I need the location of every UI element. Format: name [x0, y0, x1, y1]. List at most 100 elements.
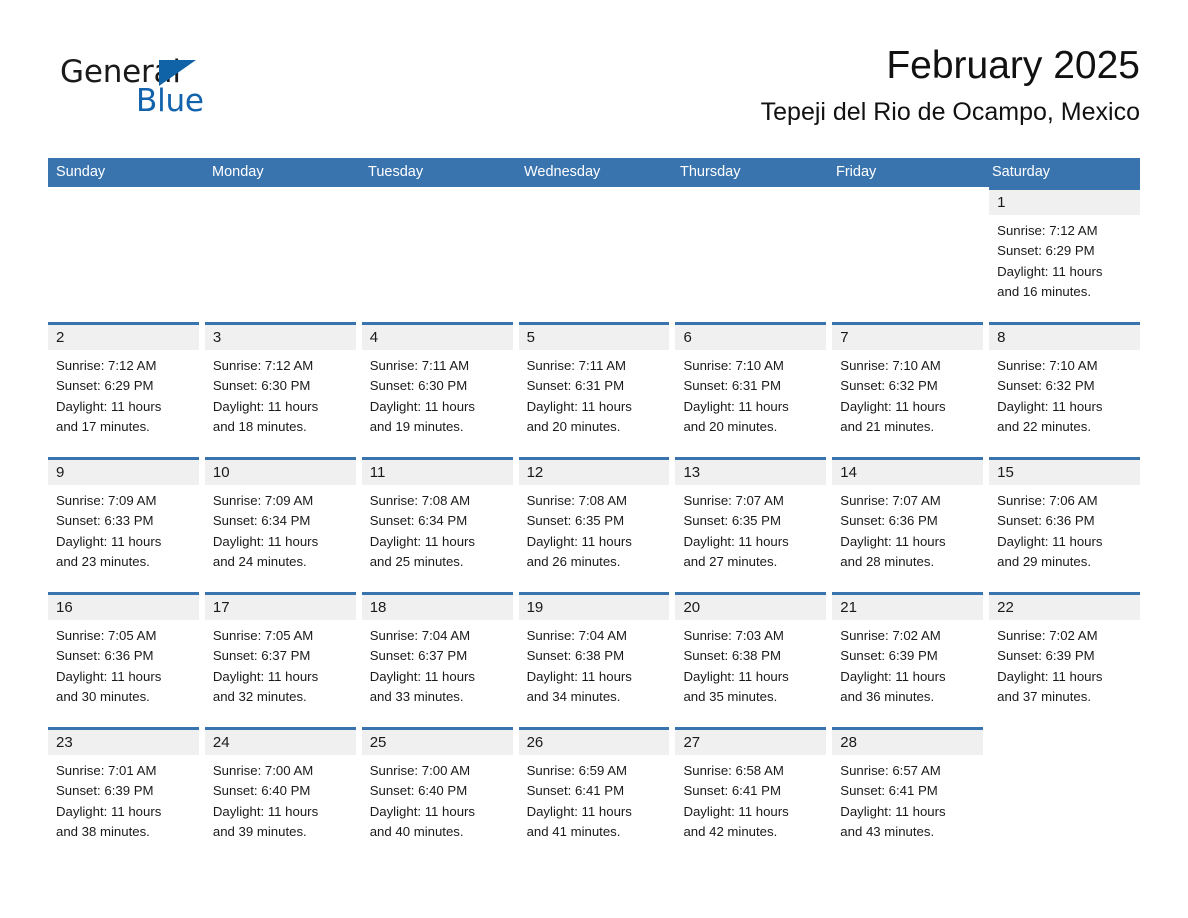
day-number-band: 16 [48, 595, 199, 620]
sunrise-text: Sunrise: 7:12 AM [212, 358, 314, 373]
day-number: 24 [212, 734, 230, 751]
day-number: 23 [56, 734, 73, 751]
day-cell[interactable]: 24 Sunrise: 7:00 AM Sunset: 6:40 PM Dayligh… [204, 727, 356, 840]
daylight-text-line2: and 24 minutes. [212, 553, 307, 569]
sunrise-text: Sunrise: 7:08 AM [369, 493, 471, 508]
day-number: 11 [369, 464, 386, 481]
sunrise-text: Sunrise: 7:09 AM [56, 493, 157, 508]
day-cell[interactable]: 16 Sunrise: 7:05 AM Sunset: 6:36 PM Dayligh… [48, 592, 199, 727]
day-details: Sunrise: 7:03 AM Sunset: 6:38 PM Daylight:… [675, 620, 826, 707]
day-cell[interactable]: 23 Sunrise: 7:01 AM Sunset: 6:39 PM Dayligh… [48, 727, 199, 840]
day-cell[interactable]: 13 Sunrise: 7:07 AM Sunset: 6:35 PM Dayligh… [675, 457, 827, 592]
daylight-text-line2: and 40 minutes. [369, 823, 464, 839]
day-details: Sunrise: 7:12 AM Sunset: 6:30 PM Daylight:… [205, 350, 356, 437]
sunset-text: Sunset: 6:37 PM [369, 648, 468, 664]
daylight-text-line2: and 38 minutes. [56, 823, 150, 839]
calendar-week-row: 16 Sunrise: 7:05 AM Sunset: 6:36 PM Dayligh… [48, 592, 1141, 727]
day-number-band: 11 [361, 460, 513, 485]
day-details: Sunrise: 7:09 AM Sunset: 6:33 PM Daylight:… [48, 485, 199, 572]
daylight-text-line1: Daylight: 11 hours [997, 398, 1103, 414]
day-number-band: 3 [204, 325, 356, 350]
daylight-text-line1: Daylight: 11 hours [369, 533, 476, 549]
day-details: Sunrise: 7:07 AM Sunset: 6:36 PM Daylight:… [832, 485, 983, 572]
day-details: Sunrise: 7:11 AM Sunset: 6:30 PM Daylight:… [362, 350, 513, 437]
daylight-text-line2: and 37 minutes. [997, 688, 1091, 704]
day-cell[interactable]: 28 Sunrise: 6:57 AM Sunset: 6:41 PM Dayligh… [832, 727, 984, 842]
daylight-text-line1: Daylight: 11 hours [212, 398, 319, 414]
day-details: Sunrise: 6:57 AM Sunset: 6:41 PM Daylight:… [832, 755, 983, 842]
sunrise-text: Sunrise: 7:10 AM [997, 358, 1098, 373]
sunrise-text: Sunrise: 6:57 AM [840, 763, 941, 778]
sunrise-text: Sunrise: 7:09 AM [212, 493, 314, 508]
day-cell[interactable]: 7 Sunrise: 7:10 AM Sunset: 6:32 PM Daylight… [832, 322, 984, 457]
daylight-text-line2: and 20 minutes. [526, 418, 621, 434]
day-cell[interactable]: 18 Sunrise: 7:04 AM Sunset: 6:37 PM Dayligh… [361, 592, 513, 727]
sunset-text: Sunset: 6:36 PM [997, 513, 1095, 529]
day-number: 14 [840, 464, 857, 481]
day-number: 5 [526, 329, 535, 346]
day-number: 10 [212, 464, 230, 481]
sunset-text: Sunset: 6:34 PM [212, 513, 311, 529]
weekday-header-row: Sunday Monday Tuesday Wednesday Thursday… [48, 158, 1140, 187]
day-cell[interactable]: 6 Sunrise: 7:10 AM Sunset: 6:31 PM Daylight… [675, 322, 827, 457]
daylight-text-line1: Daylight: 11 hours [369, 803, 476, 819]
day-number-band: 24 [204, 730, 356, 755]
day-details: Sunrise: 7:10 AM Sunset: 6:32 PM Daylight:… [989, 350, 1140, 437]
general-blue-logo[interactable]: General Blue [60, 54, 320, 134]
day-details: Sunrise: 7:00 AM Sunset: 6:40 PM Daylight:… [362, 755, 513, 842]
day-cell[interactable]: 8 Sunrise: 7:10 AM Sunset: 6:32 PM Daylight… [989, 322, 1141, 457]
day-cell[interactable]: 2 Sunrise: 7:12 AM Sunset: 6:29 PM Daylight… [48, 322, 199, 457]
day-cell[interactable]: 19 Sunrise: 7:04 AM Sunset: 6:38 PM Dayligh… [518, 592, 670, 727]
sunset-text: Sunset: 6:34 PM [369, 513, 468, 529]
day-cell[interactable]: 14 Sunrise: 7:07 AM Sunset: 6:36 PM Dayligh… [832, 457, 984, 592]
daylight-text-line1: Daylight: 11 hours [840, 398, 946, 414]
day-cell-empty [518, 187, 670, 322]
daylight-text-line1: Daylight: 11 hours [56, 668, 162, 684]
day-cell-empty [361, 187, 513, 322]
day-cell[interactable]: 1 Sunrise: 7:12 AM Sunset: 6:29 PM Daylight… [989, 187, 1141, 322]
day-details: Sunrise: 7:08 AM Sunset: 6:35 PM Daylight:… [519, 485, 670, 572]
location-subtitle: Tepeji del Rio de Ocampo, Mexico [760, 98, 1140, 126]
sunset-text: Sunset: 6:41 PM [683, 783, 781, 799]
sunrise-text: Sunrise: 7:00 AM [369, 763, 471, 778]
day-cell[interactable]: 20 Sunrise: 7:03 AM Sunset: 6:38 PM Dayligh… [675, 592, 827, 727]
daylight-text-line2: and 17 minutes. [56, 418, 150, 434]
calendar-week-row: 9 Sunrise: 7:09 AM Sunset: 6:33 PM Daylight… [48, 457, 1141, 592]
day-cell[interactable]: 11 Sunrise: 7:08 AM Sunset: 6:34 PM Dayligh… [361, 457, 513, 592]
day-details: Sunrise: 7:04 AM Sunset: 6:37 PM Daylight:… [362, 620, 513, 707]
daylight-text-line2: and 23 minutes. [56, 553, 150, 569]
day-cell[interactable]: 9 Sunrise: 7:09 AM Sunset: 6:33 PM Daylight… [48, 457, 199, 592]
day-details: Sunrise: 6:58 AM Sunset: 6:41 PM Daylight:… [675, 755, 826, 842]
day-details: Sunrise: 7:01 AM Sunset: 6:39 PM Daylight:… [48, 755, 199, 842]
sunset-text: Sunset: 6:36 PM [840, 513, 938, 529]
day-cell[interactable]: 3 Sunrise: 7:12 AM Sunset: 6:30 PM Daylight… [204, 322, 356, 457]
calendar-week-row: 1 Sunrise: 7:12 AM Sunset: 6:29 PM Daylight… [48, 187, 1141, 322]
sunset-text: Sunset: 6:32 PM [997, 378, 1095, 394]
sunset-text: Sunset: 6:30 PM [369, 378, 468, 394]
day-cell[interactable]: 26 Sunrise: 6:59 AM Sunset: 6:41 PM Dayligh… [518, 727, 670, 840]
sunrise-text: Sunrise: 7:04 AM [526, 628, 628, 643]
day-number-band: 25 [361, 730, 513, 755]
day-number-band: 12 [518, 460, 670, 485]
day-cell[interactable]: 5 Sunrise: 7:11 AM Sunset: 6:31 PM Daylight… [518, 322, 670, 457]
day-cell[interactable]: 21 Sunrise: 7:02 AM Sunset: 6:39 PM Dayligh… [832, 592, 984, 727]
day-cell[interactable]: 4 Sunrise: 7:11 AM Sunset: 6:30 PM Daylight… [361, 322, 513, 457]
day-cell[interactable]: 25 Sunrise: 7:00 AM Sunset: 6:40 PM Dayligh… [361, 727, 513, 842]
weekday-header-friday: Friday [836, 164, 877, 180]
day-number-band: 14 [832, 460, 984, 485]
day-cell[interactable]: 12 Sunrise: 7:08 AM Sunset: 6:35 PM Dayligh… [518, 457, 670, 592]
day-cell[interactable]: 22 Sunrise: 7:02 AM Sunset: 6:39 PM Dayligh… [989, 592, 1141, 727]
daylight-text-line2: and 25 minutes. [369, 553, 464, 569]
day-cell[interactable]: 10 Sunrise: 7:09 AM Sunset: 6:34 PM Dayligh… [204, 457, 356, 592]
day-details: Sunrise: 7:12 AM Sunset: 6:29 PM Daylight:… [48, 350, 199, 437]
day-cell[interactable]: 27 Sunrise: 6:58 AM Sunset: 6:41 PM Dayligh… [675, 727, 827, 842]
weekday-header-tuesday: Tuesday [368, 164, 424, 180]
day-details: Sunrise: 7:09 AM Sunset: 6:34 PM Daylight:… [205, 485, 356, 572]
sunrise-text: Sunrise: 7:05 AM [212, 628, 314, 643]
day-cell[interactable]: 15 Sunrise: 7:06 AM Sunset: 6:36 PM Dayligh… [989, 457, 1141, 592]
day-number-band: 13 [675, 460, 827, 485]
daylight-text-line1: Daylight: 11 hours [56, 398, 162, 414]
daylight-text-line1: Daylight: 11 hours [56, 803, 162, 819]
day-cell[interactable]: 17 Sunrise: 7:05 AM Sunset: 6:37 PM Dayligh… [204, 592, 356, 727]
sunrise-text: Sunrise: 7:06 AM [997, 493, 1098, 508]
